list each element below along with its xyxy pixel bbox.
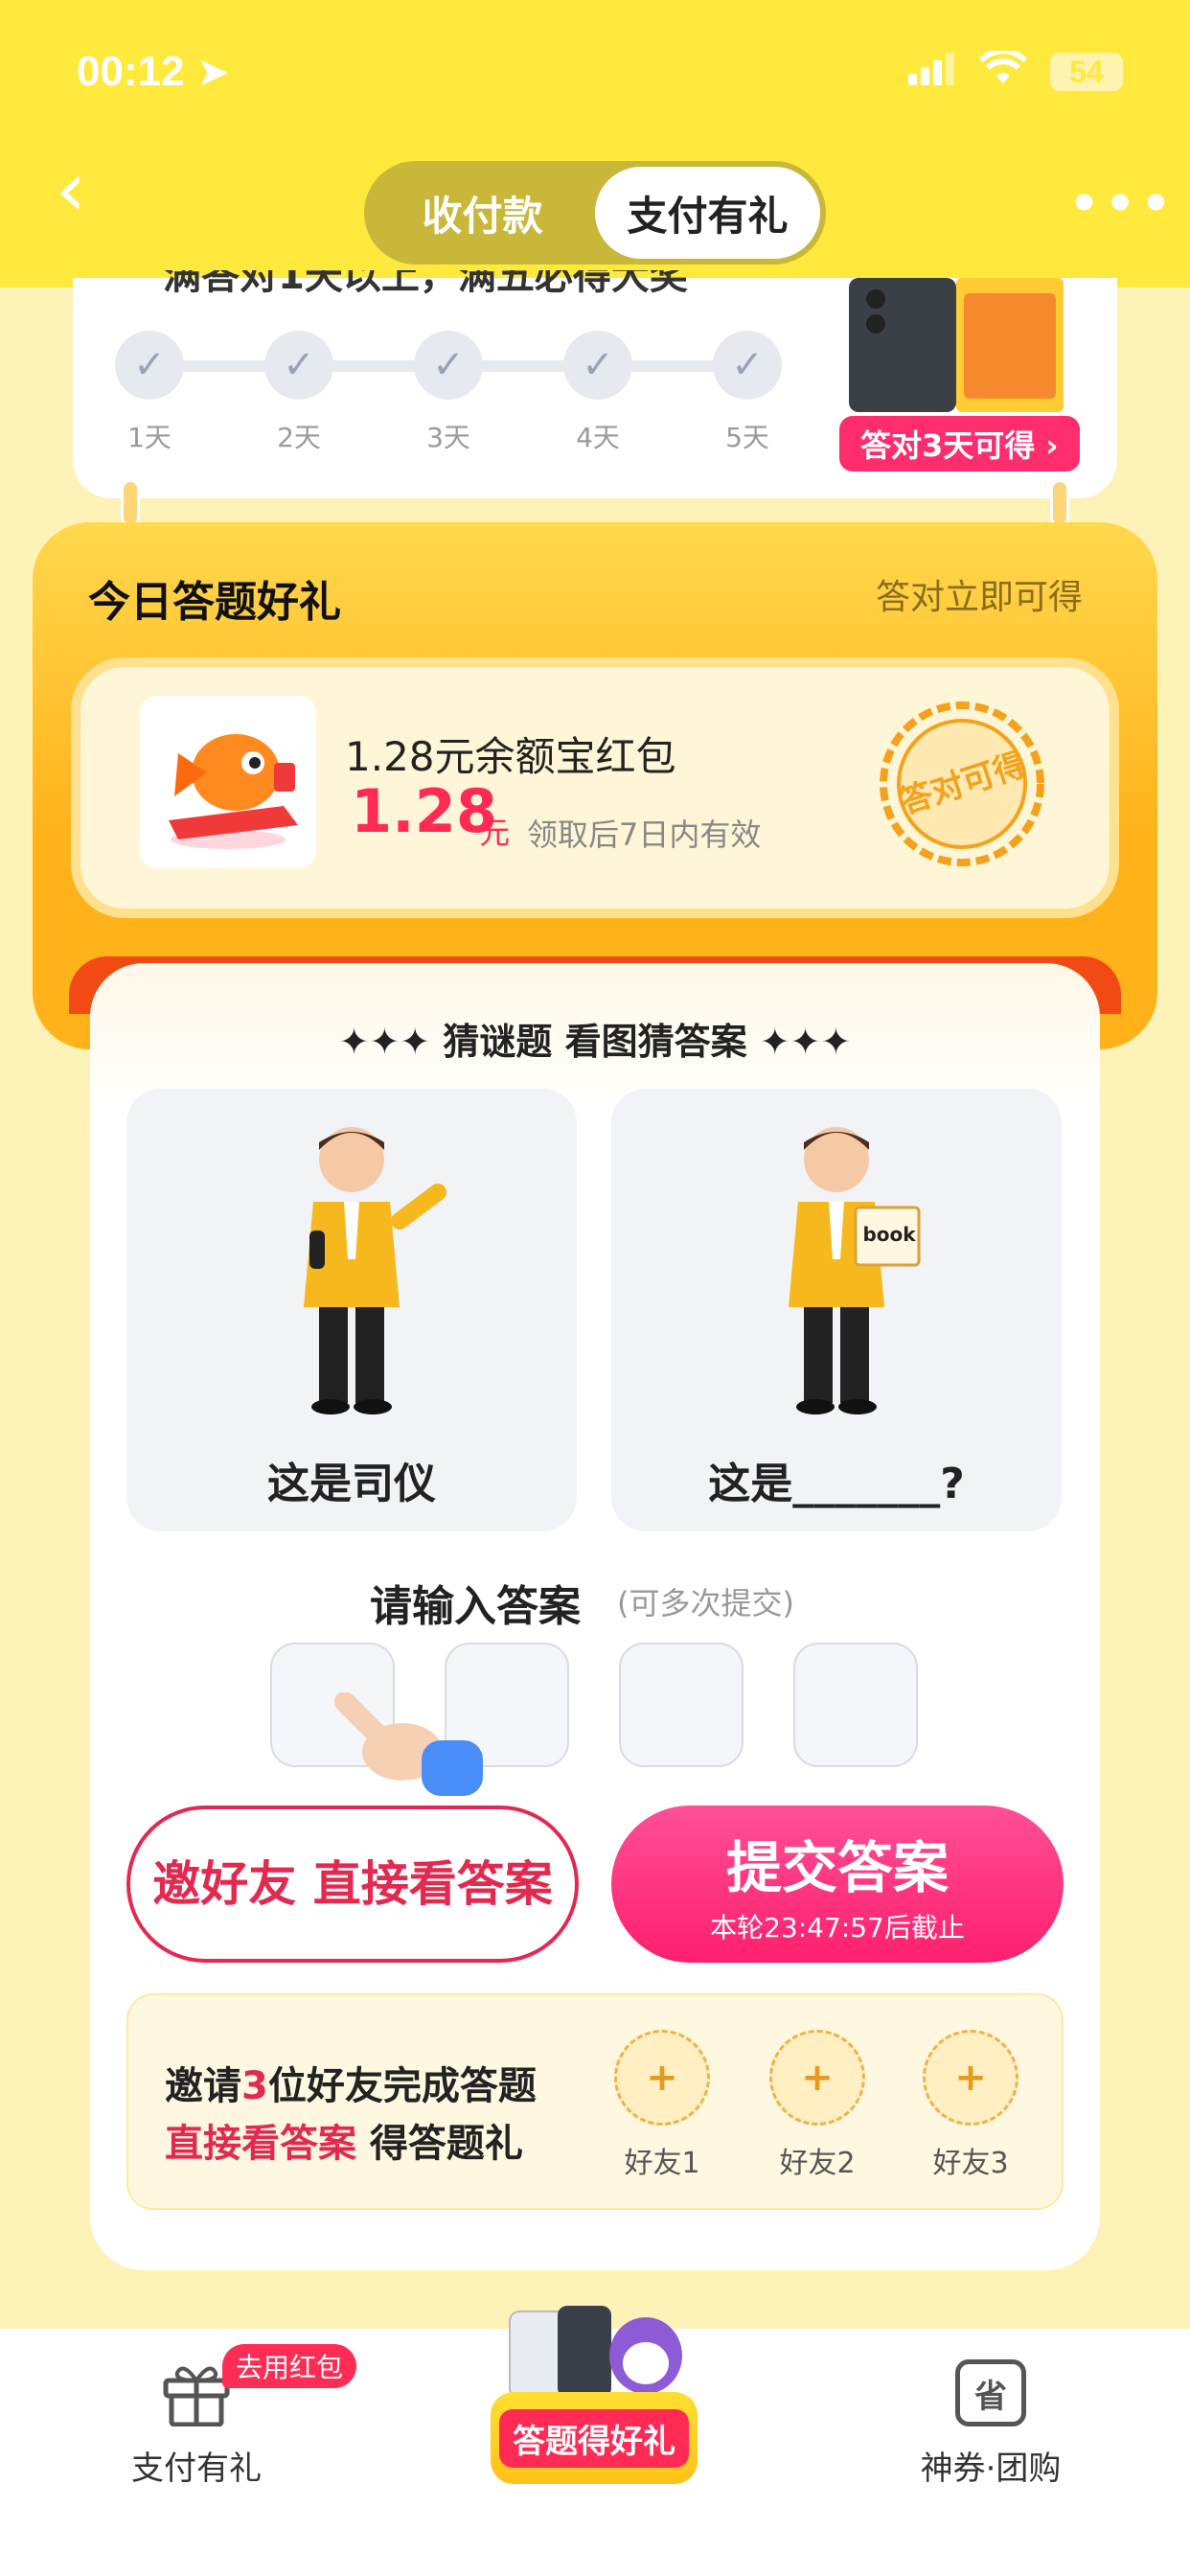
tab-coupon-groupbuy[interactable]: 省 神券·团购 xyxy=(895,2359,1087,2489)
reward-unit: 元 xyxy=(479,815,511,851)
caption-right: 这是_______? xyxy=(708,1460,965,1508)
add-friend-icon: + xyxy=(614,2030,710,2126)
back-icon[interactable]: ‹ xyxy=(56,151,86,228)
streak-day: ✓ 3天 xyxy=(404,331,492,455)
tab-quiz-gift[interactable]: 答题得好礼 xyxy=(491,2392,698,2484)
add-friend-icon: + xyxy=(769,2030,865,2126)
check-icon: ✓ xyxy=(414,331,483,400)
quiz-title: ✦✦✦ 猜谜题 看图猜答案 ✦✦✦ xyxy=(338,1021,852,1063)
invite-line-1: 邀请3位好友完成答题 xyxy=(165,2064,537,2108)
streak-title: 满答对1天以上，满五必得大奖 xyxy=(163,270,688,297)
pointer-hand-icon xyxy=(326,1691,489,1807)
answer-input-title: 请输入答案 xyxy=(370,1582,581,1631)
book-label: book xyxy=(862,1223,916,1246)
location-icon: ➤ xyxy=(197,52,229,93)
save-tag-icon: 省 xyxy=(955,2359,1026,2426)
status-right: 54 xyxy=(908,48,1123,96)
answer-char-box[interactable] xyxy=(793,1643,918,1767)
signal-icon xyxy=(908,48,956,96)
streak-day: ✓ 4天 xyxy=(554,331,642,455)
invite-friends-button[interactable]: 邀好友 直接看答案 xyxy=(126,1806,579,1963)
tab-pay-gift[interactable]: 支付有礼 xyxy=(595,167,820,259)
streak-day: ✓ 2天 xyxy=(255,331,343,455)
status-bar: 00:12 ➤ 54 xyxy=(0,0,1190,144)
top-segmented-control: 收付款 支付有礼 xyxy=(364,161,826,264)
submit-label: 提交答案 xyxy=(725,1835,949,1900)
answer-input-hint: (可多次提交) xyxy=(617,1585,794,1622)
status-time: 00:12 xyxy=(77,48,185,95)
gift-icon xyxy=(163,2366,230,2426)
battery-icon: 54 xyxy=(1050,53,1123,91)
caption-left: 这是司仪 xyxy=(267,1460,436,1508)
streak-day: ✓ 1天 xyxy=(105,331,194,455)
reward-amount: 1.28 xyxy=(351,776,497,846)
submit-deadline: 本轮23:47:57后截止 xyxy=(710,1912,965,1944)
answer-char-box[interactable] xyxy=(619,1643,744,1767)
goldfish-redpacket-icon xyxy=(140,696,316,868)
reward-title: 今日答题好礼 xyxy=(88,578,341,627)
host-figure-left xyxy=(304,1127,446,1414)
host-figure-right xyxy=(789,1127,921,1414)
check-icon: ✓ xyxy=(563,331,632,400)
use-redpacket-badge: 去用红包 xyxy=(222,2344,357,2388)
invite-line-2: 直接看答案 得答题礼 xyxy=(165,2122,523,2166)
check-icon: ✓ xyxy=(264,331,333,400)
tab-receive-pay[interactable]: 收付款 xyxy=(370,167,595,259)
streak-reward-badge[interactable]: 答对3天可得 › xyxy=(839,416,1080,472)
friend-slot-2[interactable]: + 好友2 xyxy=(765,2030,870,2181)
friend-slot-3[interactable]: + 好友3 xyxy=(918,2030,1023,2181)
wifi-icon xyxy=(978,48,1028,96)
center-prize-image xyxy=(504,2296,686,2402)
add-friend-icon: + xyxy=(923,2030,1018,2126)
panel-pin-left xyxy=(121,479,140,527)
reward-name: 1.28元余额宝红包 xyxy=(345,733,676,780)
check-icon: ✓ xyxy=(713,331,782,400)
more-icon[interactable]: ••• xyxy=(1067,171,1175,238)
streak-day: ✓ 5天 xyxy=(703,331,791,455)
prize-phone-image xyxy=(843,278,1073,412)
submit-answer-button[interactable]: 提交答案 本轮23:47:57后截止 xyxy=(611,1806,1064,1963)
reward-validity: 领取后7日内有效 xyxy=(527,816,762,853)
check-icon: ✓ xyxy=(115,331,184,400)
center-tab-label: 答题得好礼 xyxy=(499,2408,689,2468)
streak-days: ✓ 1天 ✓ 2天 ✓ 3天 ✓ 4天 ✓ 5天 xyxy=(105,331,791,455)
answer-stamp: 答对可得 xyxy=(878,700,1046,868)
reward-subtitle: 答对立即可得 xyxy=(876,578,1084,617)
panel-pin-right xyxy=(1050,479,1069,527)
friend-slot-1[interactable]: + 好友1 xyxy=(609,2030,715,2181)
